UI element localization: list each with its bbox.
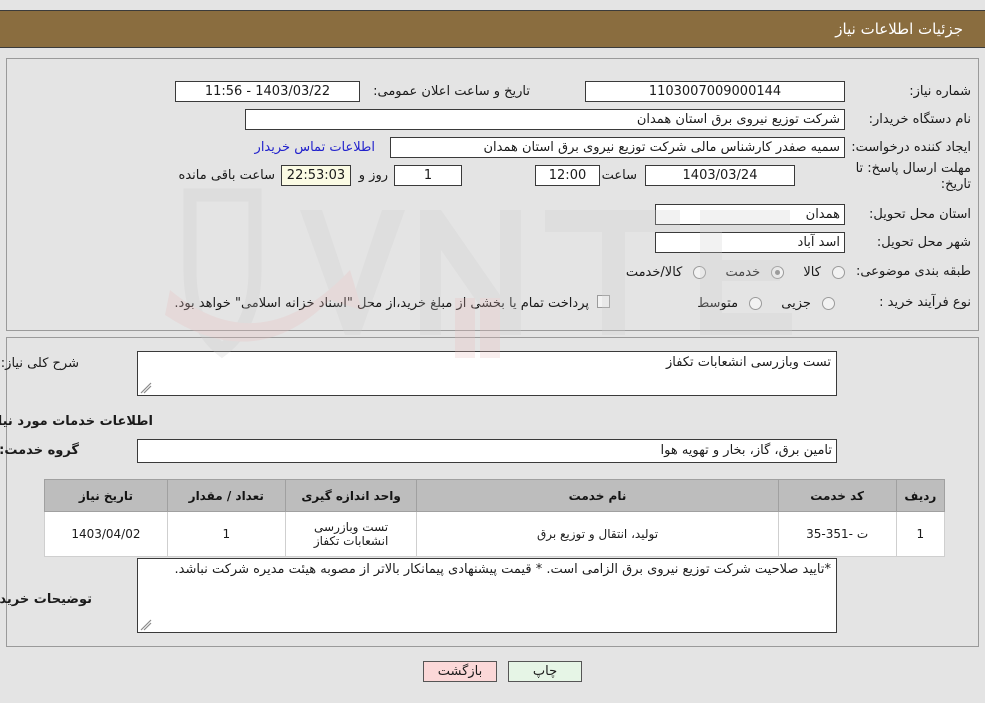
radio-purchase-jozi-label: جزیی (781, 296, 811, 311)
radio-category-kala-khedmat-label: کالا/خدمت (625, 265, 683, 280)
service-group-value: تامین برق، گاز، بخار و تهویه هوا (137, 439, 837, 463)
col-quantity: تعداد / مقدار (166, 479, 286, 512)
cell-service-code: ت -351-35 (777, 511, 897, 557)
remaining-time-label: ساعت باقی مانده (178, 168, 275, 183)
purchase-type-label: نوع فرآیند خرید : (879, 295, 971, 310)
province-value: همدان (655, 204, 845, 225)
services-table: ردیف کد خدمت نام خدمت واحد اندازه گیری ت… (44, 479, 946, 557)
category-radio-group: کالا خدمت کالا/خدمت (612, 262, 845, 281)
radio-category-kala[interactable] (832, 266, 845, 279)
buyer-notes-value: *تایید صلاحیت شرکت توزیع نیروی برق الزام… (174, 562, 831, 577)
resize-grip-icon-notes (140, 619, 152, 631)
deadline-date-value: 1403/03/24 (645, 165, 795, 186)
page-header: جزئیات اطلاعات نیاز (0, 10, 985, 48)
resize-grip-icon (140, 382, 152, 394)
cell-unit: تست وبازرسی انشعابات تکفاز (284, 511, 418, 557)
page-title: جزئیات اطلاعات نیاز (835, 20, 963, 38)
cell-service-name: تولید، انتقال و توزیع برق (416, 511, 779, 557)
payment-note-checkbox[interactable] (597, 295, 610, 308)
deadline-label: مهلت ارسال پاسخ: تا تاریخ: (855, 161, 971, 192)
radio-category-khedmat[interactable] (771, 266, 785, 279)
radio-category-khedmat-label: خدمت (725, 265, 761, 280)
col-index: ردیف (895, 479, 946, 512)
col-unit: واحد اندازه گیری (284, 479, 418, 512)
announce-datetime-value: 1403/03/22 - 11:56 (175, 81, 360, 102)
requester-value: سمیه صفدر کارشناس مالی شرکت توزیع نیروی … (390, 137, 845, 158)
cell-quantity: 1 (166, 511, 286, 557)
general-need-value: تست وبازرسی انشعابات تکفاز (665, 355, 831, 370)
deadline-hour-value: 12:00 (535, 165, 600, 186)
cell-index: 1 (895, 511, 946, 557)
cell-need-date: 1403/04/02 (44, 511, 168, 557)
table-row: 1 ت -351-35 تولید، انتقال و توزیع برق تس… (44, 511, 946, 557)
city-value: اسد آباد (655, 232, 845, 253)
col-need-date: تاریخ نیاز (44, 479, 168, 512)
category-label: طبقه بندی موضوعی: (855, 264, 971, 279)
print-button[interactable]: چاپ (508, 661, 582, 682)
announce-datetime-label: تاریخ و ساعت اعلان عمومی: (373, 84, 530, 99)
service-group-label: گروه خدمت: (0, 443, 79, 458)
requester-label: ایجاد کننده درخواست: (851, 140, 971, 155)
city-label: شهر محل تحویل: (876, 235, 971, 250)
need-number-value: 1103007009000144 (585, 81, 845, 102)
remaining-days-label: روز و (358, 168, 388, 183)
col-service-name: نام خدمت (416, 479, 779, 512)
remaining-days-value: 1 (394, 165, 462, 186)
need-number-label: شماره نیاز: (909, 84, 971, 99)
buyer-notes-textarea[interactable]: *تایید صلاحیت شرکت توزیع نیروی برق الزام… (137, 558, 837, 633)
radio-category-kala-khedmat[interactable] (693, 266, 707, 279)
back-button[interactable]: بازگشت (423, 661, 497, 682)
purchase-type-radio-group: جزیی متوسط (683, 293, 835, 312)
deadline-hour-label: ساعت (601, 168, 637, 183)
remaining-time-value: 22:53:03 (281, 165, 351, 186)
radio-purchase-jozi[interactable] (822, 297, 835, 310)
radio-purchase-motavaset[interactable] (749, 297, 763, 310)
general-need-label: شرح کلی نیاز: (0, 356, 79, 371)
radio-purchase-motavaset-label: متوسط (697, 296, 739, 311)
payment-note-text: پرداخت تمام یا بخشی از مبلغ خرید،از محل … (174, 296, 589, 311)
buyer-org-value: شرکت توزیع نیروی برق استان همدان (245, 109, 845, 130)
buyer-notes-label: توضیحات خریدار: (0, 592, 92, 607)
page-root: جزئیات اطلاعات نیاز شماره نیاز: 11030070… (0, 0, 985, 703)
general-need-textarea[interactable]: تست وبازرسی انشعابات تکفاز (137, 351, 837, 396)
province-label: استان محل تحویل: (869, 207, 971, 222)
radio-category-kala-label: کالا (803, 265, 821, 280)
buyer-contact-link[interactable]: اطلاعات تماس خریدار (255, 140, 375, 155)
buyer-org-label: نام دستگاه خریدار: (868, 112, 971, 127)
table-header-row: ردیف کد خدمت نام خدمت واحد اندازه گیری ت… (44, 479, 946, 512)
services-info-title: اطلاعات خدمات مورد نیاز (0, 414, 153, 429)
col-service-code: کد خدمت (777, 479, 897, 512)
